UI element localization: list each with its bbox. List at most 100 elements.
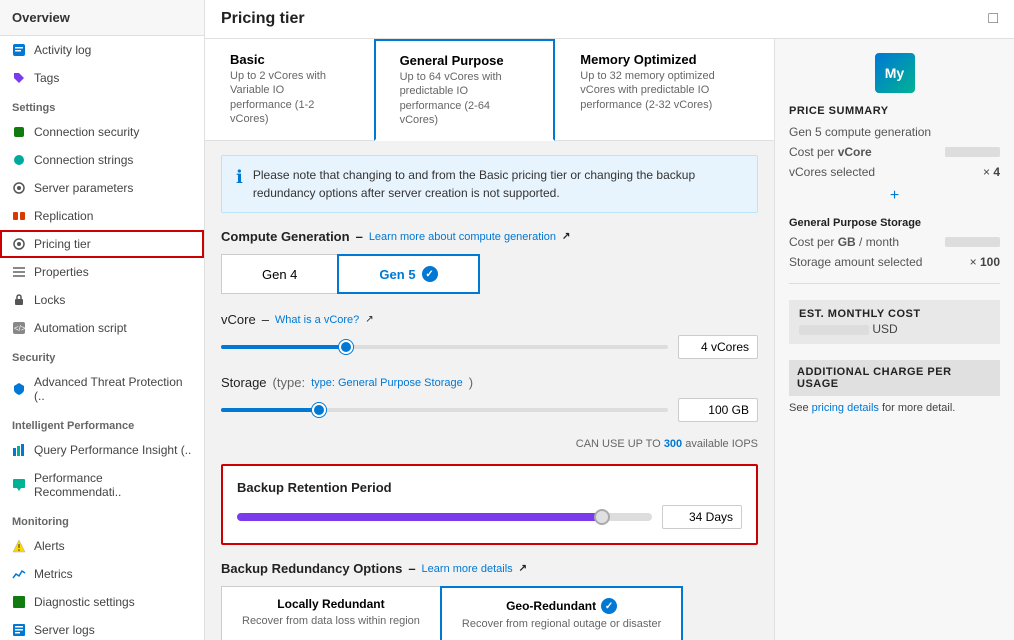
- sidebar-item-pricing-tier[interactable]: Pricing tier: [0, 230, 204, 258]
- sidebar-item-label: Server logs: [34, 623, 95, 637]
- cost-per-vcore-value: [945, 147, 1000, 157]
- storage-slider-fill: [221, 408, 319, 412]
- tier-tab-general[interactable]: General Purpose Up to 64 vCores with pre…: [374, 39, 556, 141]
- vcore-slider-fill: [221, 345, 346, 349]
- est-monthly-cost: EST. MONTHLY COST USD: [789, 300, 1000, 344]
- tier-tab-memory-title: Memory Optimized: [580, 52, 749, 67]
- sidebar-item-label: Query Performance Insight (..: [34, 443, 191, 457]
- page-title: Pricing tier: [221, 10, 305, 28]
- storage-amount-value: 100: [980, 255, 1000, 269]
- price-divider: [789, 283, 1000, 284]
- sidebar-item-label: Advanced Threat Protection (..: [34, 375, 192, 403]
- est-monthly-amount: [799, 325, 869, 335]
- backup-slider-thumb[interactable]: [594, 509, 610, 525]
- storage-type-link[interactable]: type: General Purpose Storage: [311, 377, 463, 389]
- settings-section: Settings: [0, 92, 204, 118]
- close-button[interactable]: □: [988, 10, 998, 28]
- compute-gen-link[interactable]: Learn more about compute generation: [369, 231, 556, 243]
- tier-tab-basic[interactable]: Basic Up to 2 vCores with Variable IO pe…: [205, 39, 374, 140]
- sidebar-item-perf-recommend[interactable]: Performance Recommendati..: [0, 464, 204, 506]
- security-section: Security: [0, 342, 204, 368]
- main-body: Basic Up to 2 vCores with Variable IO pe…: [205, 39, 1014, 640]
- sidebar-item-connection-strings[interactable]: Connection strings: [0, 146, 204, 174]
- backup-slider-track[interactable]: [237, 513, 652, 521]
- svg-text:</>: </>: [14, 324, 26, 333]
- sidebar-item-advanced-threat[interactable]: Advanced Threat Protection (..: [0, 368, 204, 410]
- storage-slider-thumb[interactable]: [312, 403, 326, 417]
- tier-tab-basic-title: Basic: [230, 52, 349, 67]
- gen5-check-icon: ✓: [422, 266, 438, 282]
- title-bar: Pricing tier □: [205, 0, 1014, 39]
- server-parameters-icon: [12, 181, 26, 195]
- sidebar-item-replication[interactable]: Replication: [0, 202, 204, 230]
- sidebar-item-activity-log[interactable]: Activity log: [0, 36, 204, 64]
- content-inner: ℹ Please note that changing to and from …: [205, 141, 774, 640]
- metrics-icon: [12, 567, 26, 581]
- storage-slider-track[interactable]: [221, 408, 668, 412]
- vcores-selected-label: vCores selected: [789, 165, 875, 179]
- sidebar-item-alerts[interactable]: Alerts: [0, 532, 204, 560]
- sidebar-item-locks[interactable]: Locks: [0, 286, 204, 314]
- plus-icon: +: [789, 187, 1000, 205]
- sidebar-item-server-logs[interactable]: Server logs: [0, 616, 204, 640]
- sidebar-item-label: Metrics: [34, 567, 73, 581]
- gen-buttons: Gen 4 Gen 5 ✓: [221, 254, 758, 294]
- gen5-button[interactable]: Gen 5 ✓: [337, 254, 479, 294]
- geo-redundant-check-icon: ✓: [601, 598, 617, 614]
- redundancy-link[interactable]: Learn more details: [422, 563, 513, 575]
- locks-icon: [12, 293, 26, 307]
- pricing-details-link[interactable]: pricing details: [812, 402, 879, 414]
- sidebar-item-label: Automation script: [34, 321, 127, 335]
- sidebar-item-label: Performance Recommendati..: [34, 471, 192, 499]
- content-area: Basic Up to 2 vCores with Variable IO pe…: [205, 39, 774, 640]
- sidebar-item-diagnostic[interactable]: Diagnostic settings: [0, 588, 204, 616]
- geo-redundant-option[interactable]: Geo-Redundant ✓ Recover from regional ou…: [440, 586, 683, 640]
- vcore-slider-track[interactable]: [221, 345, 668, 349]
- tier-tab-memory[interactable]: Memory Optimized Up to 32 memory optimiz…: [555, 39, 774, 140]
- additional-charge-detail: See pricing details for more detail.: [789, 402, 1000, 414]
- sidebar-item-query-perf[interactable]: Query Performance Insight (..: [0, 436, 204, 464]
- sidebar-item-tags[interactable]: Tags: [0, 64, 204, 92]
- storage-section-title: General Purpose Storage: [789, 217, 1000, 229]
- backup-redundancy-label: Backup Redundancy Options – Learn more d…: [221, 561, 758, 576]
- sidebar-item-properties[interactable]: Properties: [0, 258, 204, 286]
- alerts-icon: [12, 539, 26, 553]
- locally-redundant-desc: Recover from data loss within region: [242, 614, 420, 628]
- backup-slider-row: 34 Days: [237, 505, 742, 529]
- sidebar-item-connection-security[interactable]: Connection security: [0, 118, 204, 146]
- cost-per-gb-row: Cost per GB / month: [789, 235, 1000, 249]
- sidebar-item-label: Server parameters: [34, 181, 133, 195]
- compute-gen-label: Compute Generation – Learn more about co…: [221, 229, 758, 244]
- geo-redundant-title: Geo-Redundant ✓: [462, 598, 661, 614]
- vcore-value: 4 vCores: [678, 335, 758, 359]
- sidebar-item-label: Properties: [34, 265, 89, 279]
- vcore-section: vCore – What is a vCore? ↗ 4 vCores: [221, 312, 758, 359]
- vcore-label: vCore – What is a vCore? ↗: [221, 312, 758, 327]
- sidebar-item-metrics[interactable]: Metrics: [0, 560, 204, 588]
- gen4-button[interactable]: Gen 4: [221, 254, 337, 294]
- sidebar-header: Overview: [0, 0, 204, 36]
- sidebar-item-automation-script[interactable]: </> Automation script: [0, 314, 204, 342]
- activity-log-icon: [12, 43, 26, 57]
- sidebar-item-server-parameters[interactable]: Server parameters: [0, 174, 204, 202]
- cost-per-vcore-label: Cost per vCore: [789, 145, 872, 159]
- price-logo: My: [875, 53, 915, 93]
- tier-tab-memory-desc: Up to 32 memory optimized vCores with pr…: [580, 69, 749, 112]
- sidebar-item-label: Tags: [34, 71, 59, 85]
- cost-per-vcore-row: Cost per vCore: [789, 145, 1000, 159]
- locally-redundant-option[interactable]: Locally Redundant Recover from data loss…: [221, 586, 440, 640]
- vcore-link[interactable]: What is a vCore?: [275, 314, 359, 326]
- advanced-threat-icon: [12, 382, 26, 396]
- storage-amount-label: Storage amount selected: [789, 255, 922, 269]
- storage-label: Storage (type: type: General Purpose Sto…: [221, 375, 758, 390]
- sidebar-item-label: Alerts: [34, 539, 65, 553]
- backup-slider-fill: [237, 513, 602, 521]
- query-perf-icon: [12, 443, 26, 457]
- redundancy-options: Locally Redundant Recover from data loss…: [221, 586, 758, 640]
- backup-retention-section: Backup Retention Period 34 Days: [221, 464, 758, 545]
- info-text: Please note that changing to and from th…: [253, 166, 743, 202]
- storage-slider-row: 100 GB: [221, 398, 758, 422]
- compute-label-row: Gen 5 compute generation: [789, 125, 1000, 139]
- sidebar-item-label: Locks: [34, 293, 65, 307]
- vcore-slider-thumb[interactable]: [339, 340, 353, 354]
